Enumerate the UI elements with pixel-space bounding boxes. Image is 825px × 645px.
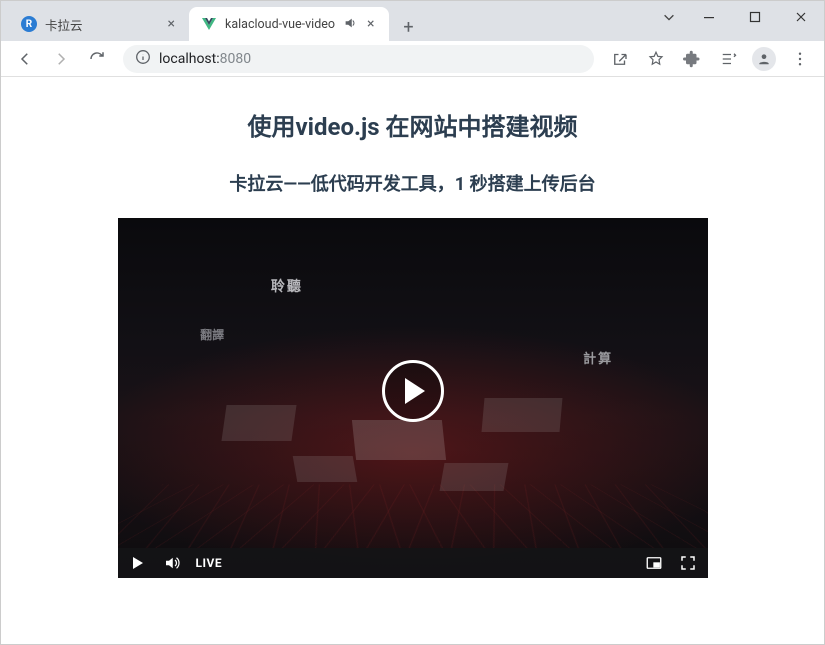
favicon-kalayun: R <box>21 16 37 32</box>
extensions-icon[interactable] <box>676 43 708 75</box>
site-info-icon[interactable] <box>135 49 151 69</box>
play-button[interactable] <box>128 553 148 573</box>
kebab-menu-icon[interactable] <box>784 43 816 75</box>
poster-text: 聆聽 <box>271 276 303 296</box>
tab-close-icon[interactable]: × <box>166 14 177 34</box>
toolbar: localhost:8080 <box>1 41 824 77</box>
maximize-button[interactable] <box>732 1 778 33</box>
url-host: localhost: <box>159 51 220 67</box>
tab-title: kalacloud-vue-video <box>225 17 335 32</box>
close-window-button[interactable] <box>778 1 824 33</box>
page-content: 使用video.js 在网站中搭建视频 卡拉云——低代码开发工具，1 秒搭建上传… <box>1 77 824 644</box>
video-player[interactable]: 聆聽 翻譯 計算 LIVE <box>118 218 708 578</box>
bookmark-star-icon[interactable] <box>640 43 672 75</box>
page-title: 使用video.js 在网站中搭建视频 <box>247 107 577 142</box>
browser-window: R 卡拉云 × kalacloud-vue-video × + <box>0 0 825 645</box>
big-play-button[interactable] <box>382 360 444 422</box>
window-controls <box>652 1 824 33</box>
back-button[interactable] <box>9 43 41 75</box>
fullscreen-icon[interactable] <box>678 553 698 573</box>
new-tab-button[interactable]: + <box>395 13 423 41</box>
tab-audio-icon[interactable] <box>343 16 357 33</box>
tab-inactive[interactable]: R 卡拉云 × <box>9 7 189 41</box>
reading-list-icon[interactable] <box>712 43 744 75</box>
profile-avatar[interactable] <box>748 43 780 75</box>
picture-in-picture-icon[interactable] <box>644 553 664 573</box>
poster-text: 計算 <box>583 348 613 367</box>
volume-icon[interactable] <box>162 553 182 573</box>
live-indicator: LIVE <box>196 556 223 570</box>
page-subtitle: 卡拉云——低代码开发工具，1 秒搭建上传后台 <box>229 170 595 196</box>
poster-text: 翻譯 <box>200 326 224 343</box>
video-control-bar: LIVE <box>118 548 708 578</box>
tab-active[interactable]: kalacloud-vue-video × <box>189 7 389 41</box>
tab-search-button[interactable] <box>652 1 686 33</box>
url-port: 8080 <box>220 51 251 67</box>
tab-title: 卡拉云 <box>45 15 158 34</box>
address-bar[interactable]: localhost:8080 <box>123 45 594 73</box>
titlebar: R 卡拉云 × kalacloud-vue-video × + <box>1 1 824 41</box>
favicon-vue <box>201 16 217 32</box>
share-icon[interactable] <box>604 43 636 75</box>
minimize-button[interactable] <box>686 1 732 33</box>
forward-button[interactable] <box>45 43 77 75</box>
tab-close-icon[interactable]: × <box>365 14 376 34</box>
url-text: localhost:8080 <box>159 51 251 67</box>
reload-button[interactable] <box>81 43 113 75</box>
